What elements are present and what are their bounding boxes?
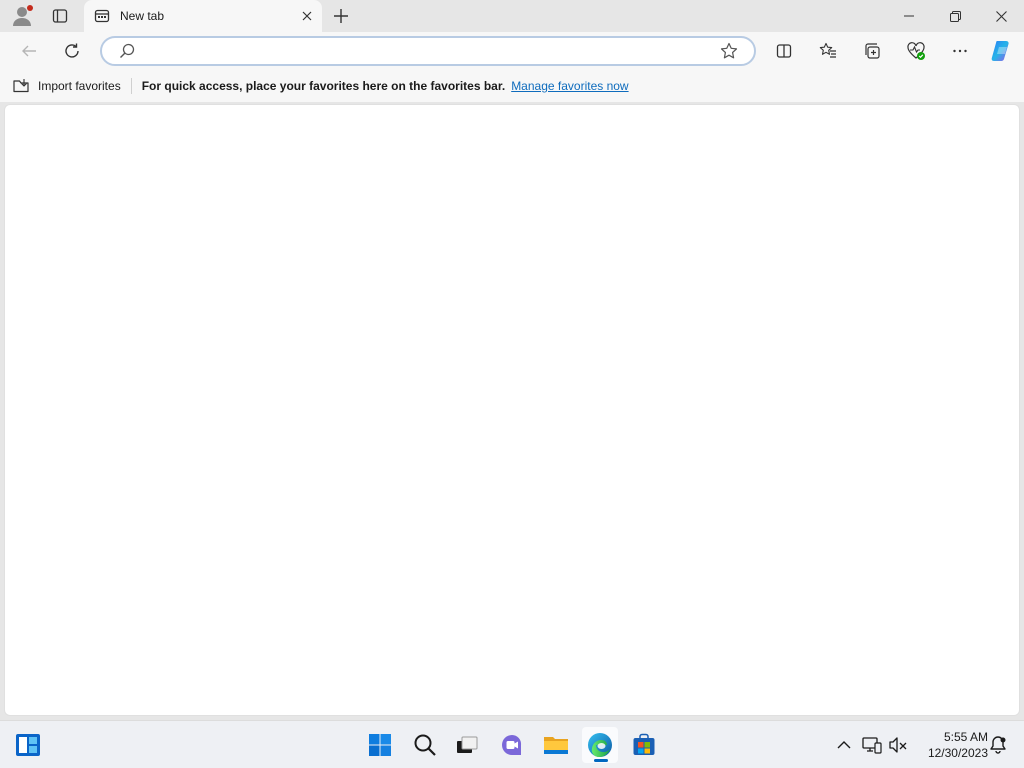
show-hidden-icons-button[interactable] xyxy=(830,731,858,759)
active-app-indicator xyxy=(594,759,608,762)
browser-essentials-button[interactable] xyxy=(901,36,931,66)
folder-icon xyxy=(544,737,568,754)
notification-bell-icon xyxy=(990,736,1006,754)
taskbar-clock[interactable]: 5:55 AM 12/30/2023 xyxy=(912,729,988,761)
plus-icon xyxy=(334,9,348,23)
volume-muted-icon xyxy=(889,737,907,753)
windows-logo-icon xyxy=(369,734,391,756)
close-window-button[interactable] xyxy=(978,0,1024,32)
favorites-separator xyxy=(130,78,132,94)
chat-icon xyxy=(502,734,522,755)
import-favorites-label: Import favorites xyxy=(38,79,121,93)
import-favorites-button[interactable]: Import favorites xyxy=(13,74,131,98)
volume-button[interactable] xyxy=(884,731,912,759)
chat-button[interactable] xyxy=(494,727,530,763)
minimize-button[interactable] xyxy=(886,0,932,32)
manage-favorites-link[interactable]: Manage favorites now xyxy=(511,79,628,93)
address-bar[interactable] xyxy=(100,36,756,66)
favorites-bar: Import favorites For quick access, place… xyxy=(0,70,1024,102)
favorites-icon xyxy=(819,42,836,58)
refresh-icon xyxy=(65,43,79,58)
start-button[interactable] xyxy=(362,727,398,763)
collections-button[interactable] xyxy=(857,36,887,66)
copilot-button[interactable] xyxy=(986,36,1016,66)
search-icon xyxy=(414,734,436,756)
tab-title: New tab xyxy=(120,9,165,23)
toolbar xyxy=(0,32,1024,70)
taskbar-search-button[interactable] xyxy=(407,727,443,763)
restore-button[interactable] xyxy=(932,0,978,32)
title-bar: New tab xyxy=(0,0,1024,32)
tab-actions-icon xyxy=(52,9,68,23)
taskbar: 5:55 AM 12/30/2023 xyxy=(0,720,1024,768)
profile-icon xyxy=(13,5,33,26)
collections-icon xyxy=(865,43,880,59)
widgets-button[interactable] xyxy=(10,727,46,763)
search-icon xyxy=(112,43,142,59)
more-button[interactable] xyxy=(945,36,975,66)
more-icon xyxy=(953,49,967,53)
address-input[interactable] xyxy=(142,39,714,63)
tab-close-button[interactable] xyxy=(294,3,320,29)
notifications-button[interactable] xyxy=(984,731,1012,759)
minimize-icon xyxy=(904,15,914,17)
network-icon xyxy=(862,737,882,754)
chevron-up-icon xyxy=(837,741,851,749)
task-view-icon xyxy=(457,736,478,753)
tab-actions-button[interactable] xyxy=(46,4,74,28)
new-tab-button[interactable] xyxy=(328,3,354,29)
clock-date: 12/30/2023 xyxy=(927,746,988,760)
widgets-icon xyxy=(16,734,40,756)
file-explorer-button[interactable] xyxy=(538,727,574,763)
edge-taskbar-button[interactable] xyxy=(582,727,618,763)
task-view-button[interactable] xyxy=(449,727,485,763)
refresh-button[interactable] xyxy=(57,36,87,66)
add-favorite-button[interactable] xyxy=(714,38,744,64)
new-tab-page-icon xyxy=(94,9,110,23)
split-screen-icon xyxy=(776,44,792,58)
back-arrow-icon xyxy=(22,45,36,57)
edge-icon xyxy=(588,733,612,757)
close-icon xyxy=(995,10,1007,22)
star-icon xyxy=(720,42,738,59)
close-icon xyxy=(302,11,312,21)
copilot-icon xyxy=(991,41,1009,61)
import-favorites-icon xyxy=(13,79,29,93)
favorites-bar-message: For quick access, place your favorites h… xyxy=(141,79,506,93)
store-button[interactable] xyxy=(626,727,662,763)
page-content[interactable] xyxy=(4,104,1020,716)
favorites-button[interactable] xyxy=(813,36,843,66)
split-screen-button[interactable] xyxy=(769,36,799,66)
profile-button[interactable] xyxy=(8,4,36,28)
network-button[interactable] xyxy=(858,731,886,759)
tab-new-tab[interactable]: New tab xyxy=(84,0,322,32)
browser-essentials-icon xyxy=(907,42,925,60)
back-button[interactable] xyxy=(14,36,44,66)
restore-icon xyxy=(949,10,961,22)
clock-time: 5:55 AM xyxy=(943,730,988,744)
store-icon xyxy=(633,733,655,755)
